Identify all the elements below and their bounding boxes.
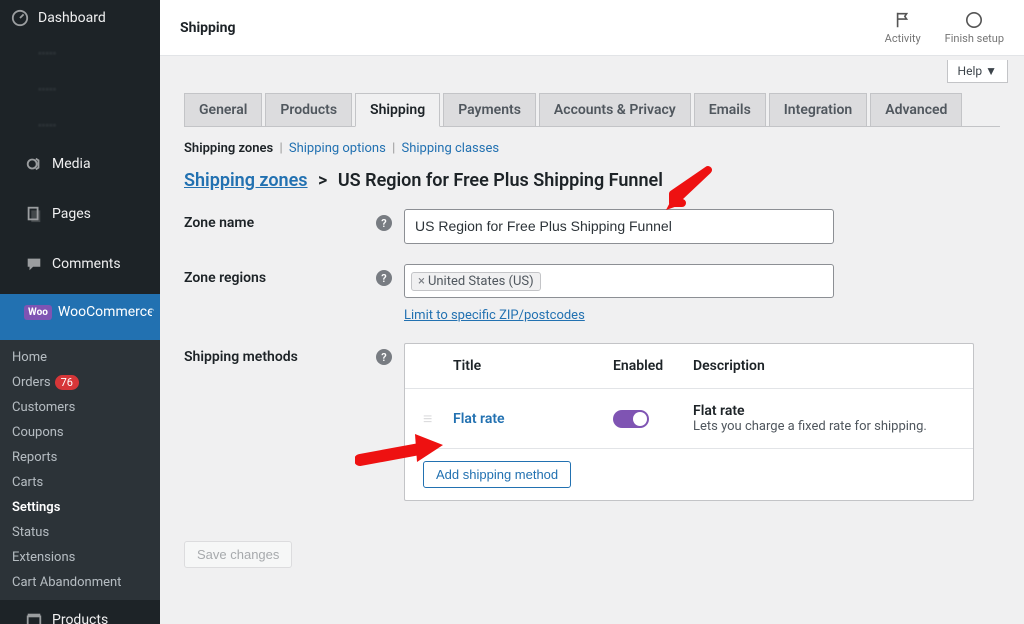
- sidebar-sub-settings[interactable]: Settings: [0, 495, 160, 520]
- drag-handle-icon[interactable]: ≡: [423, 409, 453, 429]
- subtab-options[interactable]: Shipping options: [289, 141, 386, 156]
- sidebar-item-media[interactable]: Media: [0, 144, 160, 194]
- pages-icon: [24, 204, 44, 224]
- comments-icon: [24, 254, 44, 274]
- sidebar-label-woocommerce: WooCommerce: [58, 304, 155, 320]
- tab-accounts[interactable]: Accounts & Privacy: [539, 93, 691, 126]
- breadcrumb: Shipping zones > US Region for Free Plus…: [184, 170, 1000, 191]
- admin-sidebar: Dashboard ····· ····· ····· Media Pages …: [0, 0, 160, 624]
- col-description: Description: [693, 358, 955, 374]
- sidebar-item-comments[interactable]: Comments: [0, 244, 160, 294]
- sidebar-item-hidden1[interactable]: ·····: [0, 36, 160, 72]
- tab-shipping[interactable]: Shipping: [355, 93, 440, 127]
- shipping-methods-table: Title Enabled Description ≡ Flat rate Fl…: [404, 343, 974, 501]
- col-title: Title: [453, 358, 613, 374]
- orders-count-badge: 76: [55, 375, 79, 390]
- zone-name-label: Zone name ?: [184, 209, 404, 231]
- sidebar-item-hidden3[interactable]: ·····: [0, 108, 160, 144]
- help-tab[interactable]: Help ▼: [947, 60, 1008, 83]
- dashboard-icon: [10, 8, 30, 28]
- finish-setup-button[interactable]: Finish setup: [945, 10, 1004, 45]
- help-icon[interactable]: ?: [376, 349, 392, 365]
- method-description: Flat rate Lets you charge a fixed rate f…: [693, 403, 955, 434]
- sidebar-sub-orders[interactable]: Orders76: [0, 370, 160, 395]
- sidebar-sub-coupons[interactable]: Coupons: [0, 420, 160, 445]
- activity-button[interactable]: Activity: [885, 10, 921, 45]
- sidebar-label-comments: Comments: [52, 256, 121, 272]
- enabled-toggle[interactable]: [613, 410, 649, 428]
- sidebar-sub-extensions[interactable]: Extensions: [0, 545, 160, 570]
- zone-name-input[interactable]: [404, 209, 834, 244]
- sidebar-item-woocommerce[interactable]: Woo WooCommerce: [0, 294, 160, 340]
- media-icon: [24, 154, 44, 174]
- page-title: Shipping: [180, 20, 235, 36]
- shipping-methods-label: Shipping methods ?: [184, 343, 404, 365]
- zip-postcodes-link[interactable]: Limit to specific ZIP/postcodes: [404, 308, 585, 323]
- sidebar-label-media: Media: [52, 156, 91, 172]
- sidebar-item-products[interactable]: Products: [0, 600, 160, 624]
- save-changes-button[interactable]: Save changes: [184, 541, 292, 568]
- tab-integration[interactable]: Integration: [769, 93, 867, 126]
- sidebar-item-hidden2[interactable]: ·····: [0, 72, 160, 108]
- sidebar-label-pages: Pages: [52, 206, 91, 222]
- tab-general[interactable]: General: [184, 93, 262, 126]
- help-icon[interactable]: ?: [376, 215, 392, 231]
- help-icon[interactable]: ?: [376, 270, 392, 286]
- sidebar-sub-cart-abandonment[interactable]: Cart Abandonment: [0, 570, 160, 595]
- flag-icon: [893, 10, 913, 30]
- circle-icon: [964, 10, 984, 30]
- subtab-classes[interactable]: Shipping classes: [401, 141, 499, 156]
- settings-tabs: General Products Shipping Payments Accou…: [184, 93, 1000, 127]
- sidebar-item-dashboard[interactable]: Dashboard: [0, 0, 160, 36]
- col-enabled: Enabled: [613, 358, 693, 374]
- top-bar: Shipping Activity Finish setup: [160, 0, 1024, 56]
- sidebar-submenu-woocommerce: Home Orders76 Customers Coupons Reports …: [0, 340, 160, 600]
- tab-payments[interactable]: Payments: [443, 93, 536, 126]
- chevron-right-icon: >: [318, 170, 327, 191]
- sidebar-item-pages[interactable]: Pages: [0, 194, 160, 244]
- method-title-link[interactable]: Flat rate: [453, 411, 505, 427]
- close-icon[interactable]: ×: [418, 274, 425, 289]
- sidebar-sub-status[interactable]: Status: [0, 520, 160, 545]
- content-area: Shipping Activity Finish setup Help ▼: [160, 0, 1024, 624]
- sidebar-label-dashboard: Dashboard: [38, 10, 106, 26]
- region-tag[interactable]: × United States (US): [411, 272, 541, 291]
- breadcrumb-zones-link[interactable]: Shipping zones: [184, 170, 308, 191]
- shipping-subtabs: Shipping zones | Shipping options | Ship…: [184, 135, 1000, 170]
- sidebar-label-products: Products: [52, 612, 108, 624]
- add-shipping-method-button[interactable]: Add shipping method: [423, 461, 571, 488]
- tab-products[interactable]: Products: [265, 93, 352, 126]
- products-icon: [24, 610, 44, 624]
- sidebar-sub-reports[interactable]: Reports: [0, 445, 160, 470]
- sidebar-sub-customers[interactable]: Customers: [0, 395, 160, 420]
- woo-icon: Woo: [24, 305, 52, 320]
- tab-emails[interactable]: Emails: [694, 93, 766, 126]
- zone-regions-label: Zone regions ?: [184, 264, 404, 286]
- breadcrumb-current: US Region for Free Plus Shipping Funnel: [338, 170, 663, 191]
- zone-regions-input[interactable]: × United States (US): [404, 264, 834, 298]
- tab-advanced[interactable]: Advanced: [870, 93, 962, 126]
- sidebar-sub-carts[interactable]: Carts: [0, 470, 160, 495]
- subtab-zones[interactable]: Shipping zones: [184, 141, 273, 156]
- shipping-method-row: ≡ Flat rate Flat rate Lets you charge a …: [405, 388, 973, 448]
- sidebar-sub-home[interactable]: Home: [0, 345, 160, 370]
